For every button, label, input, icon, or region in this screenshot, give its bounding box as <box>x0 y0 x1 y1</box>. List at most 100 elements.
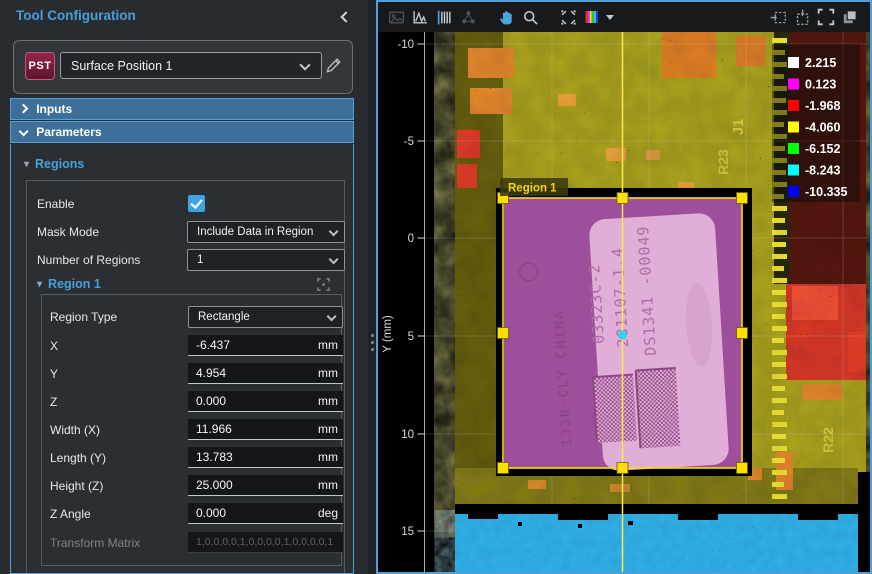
field-row-length: Length (Y) 13.783mm <box>42 447 341 469</box>
section-inputs[interactable]: Inputs <box>10 98 354 120</box>
field-row-transform-matrix: Transform Matrix 1,0,0,0,0,1,0,0,0,0,1,0… <box>42 532 341 554</box>
heatmap-viewport[interactable]: J1 R23 R22 <box>378 32 870 572</box>
app-root: Tool Configuration PST Surface Position … <box>0 0 872 574</box>
width-field[interactable]: 11.966mm <box>188 419 343 440</box>
heightmap-view-icon[interactable] <box>433 6 455 28</box>
layers-icon[interactable] <box>839 6 861 28</box>
parameters-body: ▾Regions Enable Mask Mode Include Data i… <box>10 144 354 574</box>
y-axis-label: Y (mm) <box>382 315 394 353</box>
fullscreen-icon[interactable] <box>815 6 837 28</box>
enable-checkbox[interactable] <box>188 195 205 212</box>
z-angle-field[interactable]: 0.000deg <box>188 503 343 524</box>
enable-label: Enable <box>37 193 74 215</box>
chevron-down-icon <box>328 255 338 265</box>
chevron-down-icon <box>299 59 310 70</box>
field-row-height: Height (Z) 25.000mm <box>42 475 341 497</box>
checkmark-icon <box>190 196 202 209</box>
chevron-right-icon <box>19 103 29 113</box>
number-of-regions-label: Number of Regions <box>37 249 140 271</box>
regions-group: Enable Mask Mode Include Data in Region … <box>26 180 345 574</box>
legend-swatch <box>788 79 799 90</box>
number-of-regions-select[interactable]: 1 <box>187 249 345 271</box>
collapse-panel-icon[interactable] <box>342 8 358 24</box>
mask-mode-select[interactable]: Include Data in Region <box>187 221 345 243</box>
triangle-down-icon: ▾ <box>37 279 42 290</box>
y-tick: 5 <box>408 331 414 343</box>
y-tick: -5 <box>404 136 414 148</box>
y-field[interactable]: 4.954mm <box>188 363 343 384</box>
palette-caret-icon[interactable] <box>606 15 614 20</box>
edit-tool-name-icon[interactable] <box>324 57 344 77</box>
field-row-y: Y 4.954mm <box>42 363 341 385</box>
legend-swatch <box>788 100 799 111</box>
fit-view-icon[interactable] <box>557 6 579 28</box>
section-parameters[interactable]: Parameters <box>10 121 354 143</box>
section-parameters-label: Parameters <box>36 125 101 139</box>
snapshot-icon[interactable] <box>385 6 407 28</box>
regions-expander[interactable]: ▾Regions <box>24 157 84 171</box>
legend-value: -10.335 <box>805 185 847 199</box>
tool-type-badge: PST <box>25 52 55 80</box>
triangle-down-icon: ▾ <box>24 159 29 170</box>
tool-select-dropdown[interactable]: Surface Position 1 <box>60 52 322 79</box>
profile-view-icon[interactable] <box>409 6 431 28</box>
field-row-z-angle: Z Angle 0.000deg <box>42 503 341 525</box>
legend-swatch <box>788 186 799 197</box>
data-viewer-panel: J1 R23 R22 <box>376 0 872 574</box>
length-field[interactable]: 13.783mm <box>188 447 343 468</box>
silkscreen-text: J1 <box>730 119 747 136</box>
datamatrix-barcode <box>636 368 681 448</box>
legend-value: 2.215 <box>805 56 836 70</box>
jog-region-icon[interactable] <box>316 277 332 293</box>
tool-configuration-panel: Tool Configuration PST Surface Position … <box>0 0 368 574</box>
region1-group: Region Type Rectangle X -6.437mm Y 4.954… <box>41 294 342 566</box>
section-inputs-label: Inputs <box>36 102 72 116</box>
region-type-select[interactable]: Rectangle <box>188 306 343 328</box>
transform-matrix-field: 1,0,0,0,0,1,0,0,0,0,1,0,0,0,0,1 <box>188 532 343 553</box>
tool-selector: PST Surface Position 1 <box>13 40 353 94</box>
mask-mode-label: Mask Mode <box>37 221 99 243</box>
y-tick: -10 <box>397 39 414 51</box>
chevron-down-icon <box>328 227 338 237</box>
legend-value: -4.060 <box>805 121 840 135</box>
pointcloud-view-icon[interactable] <box>457 6 479 28</box>
tool-name: Surface Position 1 <box>71 59 172 73</box>
x-field[interactable]: -6.437mm <box>188 335 343 356</box>
legend-value: -8.243 <box>805 164 840 178</box>
zoom-icon[interactable] <box>519 6 541 28</box>
cyan-band <box>455 513 858 572</box>
field-row-x: X -6.437mm <box>42 335 341 357</box>
y-tick: 15 <box>401 526 414 538</box>
datamatrix-barcode <box>593 375 637 443</box>
field-row-width: Width (X) 11.966mm <box>42 419 341 441</box>
region-type-row: Region Type Rectangle <box>42 306 341 328</box>
field-row-z: Z 0.000mm <box>42 391 341 413</box>
region-center-point[interactable] <box>618 331 627 340</box>
height-field[interactable]: 25.000mm <box>188 475 343 496</box>
palette-icon[interactable] <box>581 6 603 28</box>
number-of-regions-row: Number of Regions 1 <box>27 249 344 271</box>
viewer-toolbar <box>378 2 870 32</box>
legend-value: -1.968 <box>805 99 840 113</box>
snap-region-x-icon[interactable] <box>767 6 789 28</box>
chevron-down-icon <box>326 312 336 322</box>
y-tick: 0 <box>408 233 414 245</box>
silkscreen-text: R23 <box>715 149 731 175</box>
enable-row: Enable <box>27 193 344 215</box>
snap-region-y-icon[interactable] <box>791 6 813 28</box>
legend-swatch <box>788 143 799 154</box>
region1-expander[interactable]: ▾Region 1 <box>37 277 101 291</box>
legend-swatch <box>788 122 799 133</box>
panel-splitter[interactable] <box>368 0 376 574</box>
silkscreen-text: R22 <box>820 427 836 453</box>
region-type-label: Region Type <box>50 306 117 328</box>
pan-icon[interactable] <box>495 6 517 28</box>
y-tick: 10 <box>401 429 414 441</box>
heatmap-canvas: J1 R23 R22 <box>378 32 870 572</box>
z-field[interactable]: 0.000mm <box>188 391 343 412</box>
mask-mode-row: Mask Mode Include Data in Region <box>27 221 344 243</box>
region-label: Region 1 <box>508 183 557 195</box>
legend-swatch <box>788 57 799 68</box>
legend-value: 0.123 <box>805 78 836 92</box>
heatmap-legend: 2.215 0.123 -1.968 -4.060 -6.152 -8.243 … <box>772 44 860 202</box>
